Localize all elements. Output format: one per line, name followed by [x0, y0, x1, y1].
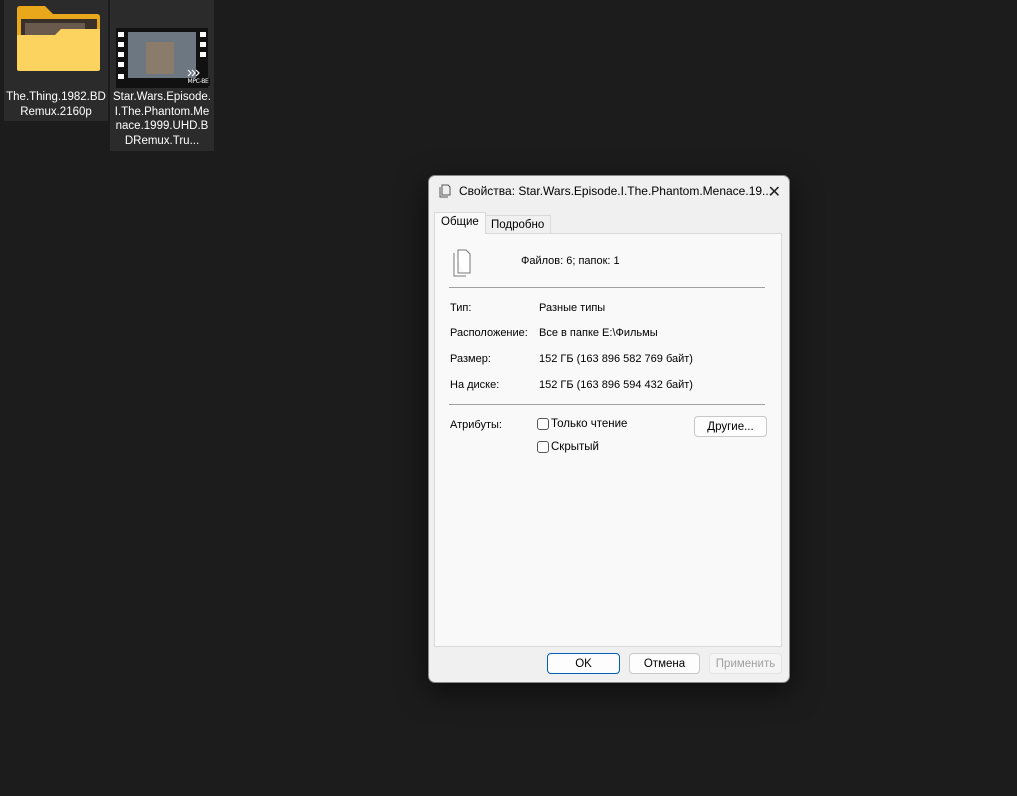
cancel-button[interactable]: Отмена [629, 653, 700, 674]
disk-size-value: 152 ГБ (163 896 594 432 байт) [539, 379, 693, 391]
attributes-label: Атрибуты: [450, 419, 502, 431]
tab-details[interactable]: Подробно [484, 215, 552, 235]
item-label: The.Thing.1982.BDRemux.2160p [6, 91, 106, 118]
general-panel: Файлов: 6; папок: 1 Тип: Разные типы Рас… [434, 233, 782, 647]
folder-icon [17, 6, 100, 71]
desktop-folder-the-thing[interactable]: The.Thing.1982.BDRemux.2160p [4, 0, 108, 121]
desktop-video-star-wars[interactable]: MPC-BE Star.Wars.Episode.I.The.Phantom.M… [110, 0, 214, 151]
multiple-files-icon [453, 249, 471, 277]
readonly-checkbox[interactable]: Только чтение [537, 418, 627, 430]
checkbox-box[interactable] [537, 441, 549, 453]
item-label: Star.Wars.Episode.I.The.Phantom.Menace.1… [112, 91, 211, 147]
close-icon[interactable]: ✕ [768, 182, 781, 202]
location-label: Расположение: [450, 327, 528, 339]
title-bar[interactable]: Свойства: Star.Wars.Episode.I.The.Phanto… [429, 176, 789, 206]
type-value: Разные типы [539, 302, 606, 314]
apply-button[interactable]: Применить [709, 653, 782, 674]
checkbox-box[interactable] [537, 418, 549, 430]
documents-icon [439, 184, 451, 198]
ok-button[interactable]: OK [547, 653, 620, 674]
size-label: Размер: [450, 353, 491, 365]
size-value: 152 ГБ (163 896 582 769 байт) [539, 353, 693, 365]
hidden-checkbox[interactable]: Скрытый [537, 441, 599, 453]
type-label: Тип: [450, 302, 472, 314]
disk-size-label: На диске: [450, 379, 500, 391]
divider [449, 404, 765, 405]
dialog-title: Свойства: Star.Wars.Episode.I.The.Phanto… [459, 184, 773, 198]
location-value: Все в папке E:\Фильмы [539, 327, 658, 339]
file-count: Файлов: 6; папок: 1 [521, 255, 620, 267]
tab-general[interactable]: Общие [434, 212, 486, 234]
player-badge: MPC-BE [186, 78, 210, 86]
hidden-label: Скрытый [551, 441, 599, 453]
properties-dialog: Свойства: Star.Wars.Episode.I.The.Phanto… [428, 175, 790, 683]
divider [449, 287, 765, 288]
advanced-attributes-button[interactable]: Другие... [694, 416, 767, 437]
readonly-label: Только чтение [551, 418, 628, 430]
